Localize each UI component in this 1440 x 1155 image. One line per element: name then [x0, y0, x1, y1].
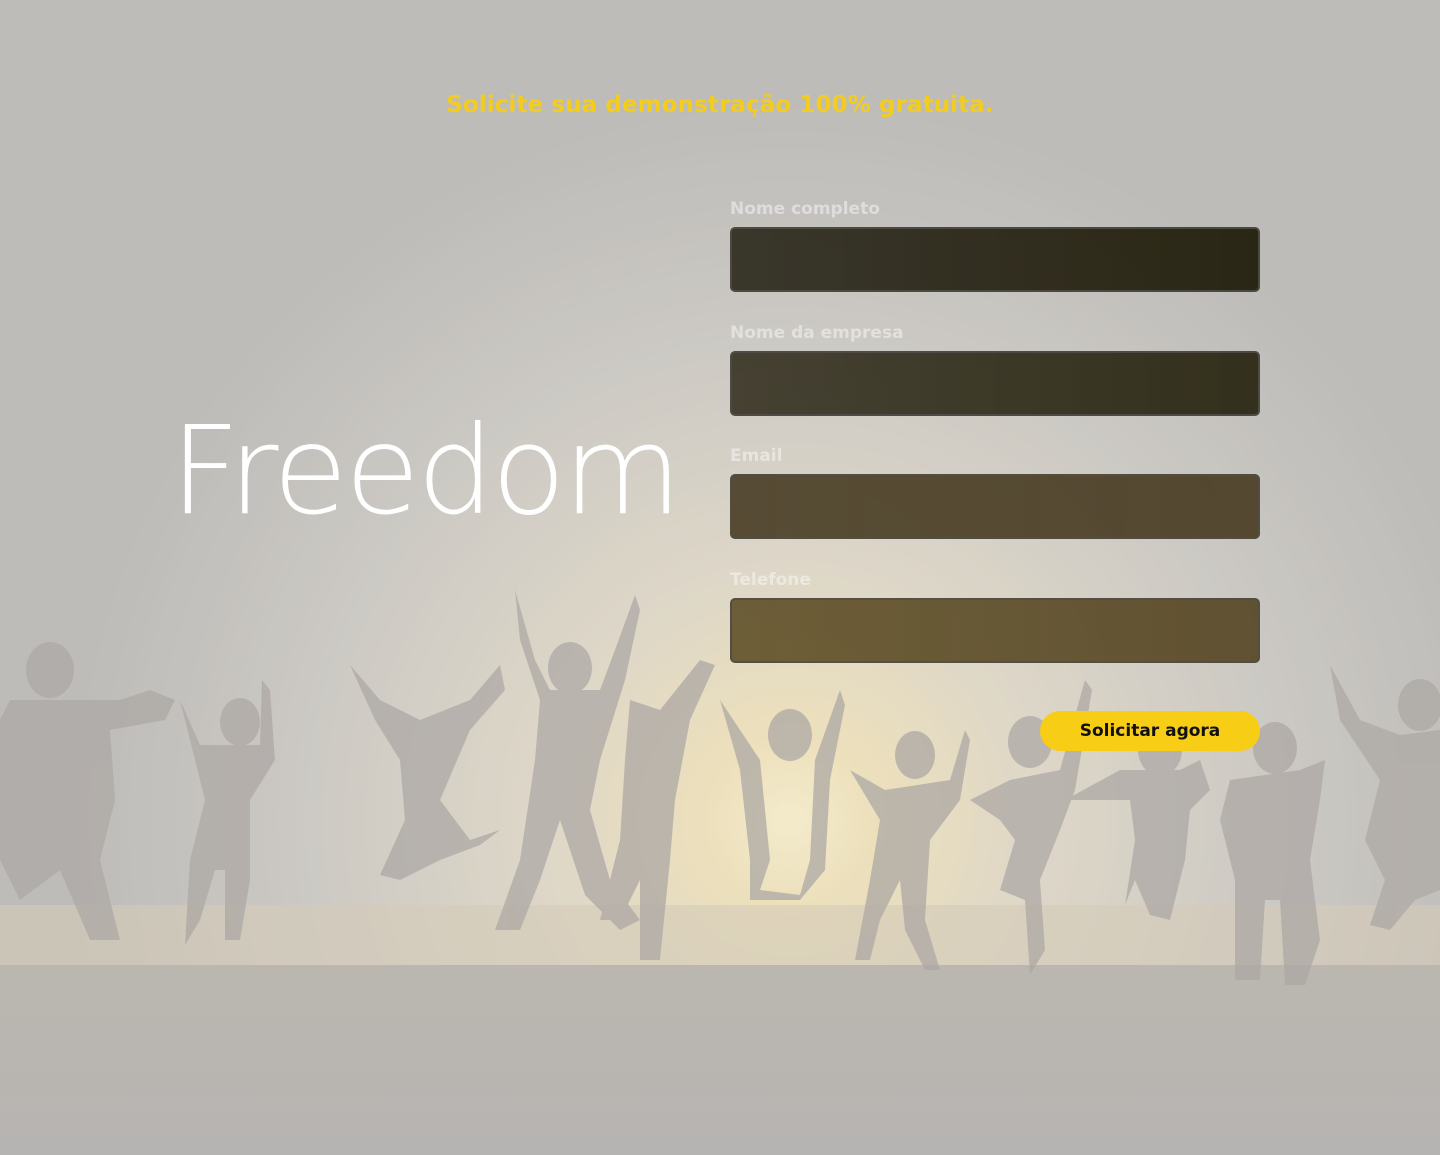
company-name-field-group: Nome da empresa	[730, 320, 1260, 444]
full-name-label: Nome completo	[730, 199, 880, 219]
freedom-logo: Freedom	[170, 400, 682, 542]
email-field-group: Email	[730, 443, 1260, 567]
full-name-field-group: Nome completo	[730, 196, 1260, 320]
phone-field-group: Telefone	[730, 567, 1260, 691]
company-name-label: Nome da empresa	[730, 322, 904, 343]
email-label: Email	[730, 446, 783, 466]
demo-request-form: Nome completo Nome da empresa Email Tele…	[730, 196, 1260, 690]
phone-label: Telefone	[730, 569, 811, 590]
email-input[interactable]	[730, 474, 1260, 539]
request-now-button[interactable]: Solicitar agora	[1040, 711, 1260, 751]
company-name-input[interactable]	[730, 350, 1260, 416]
full-name-input[interactable]	[730, 227, 1260, 292]
headline: Solicite sua demonstração 100% gratuita.	[446, 92, 994, 118]
phone-input[interactable]	[730, 597, 1260, 663]
